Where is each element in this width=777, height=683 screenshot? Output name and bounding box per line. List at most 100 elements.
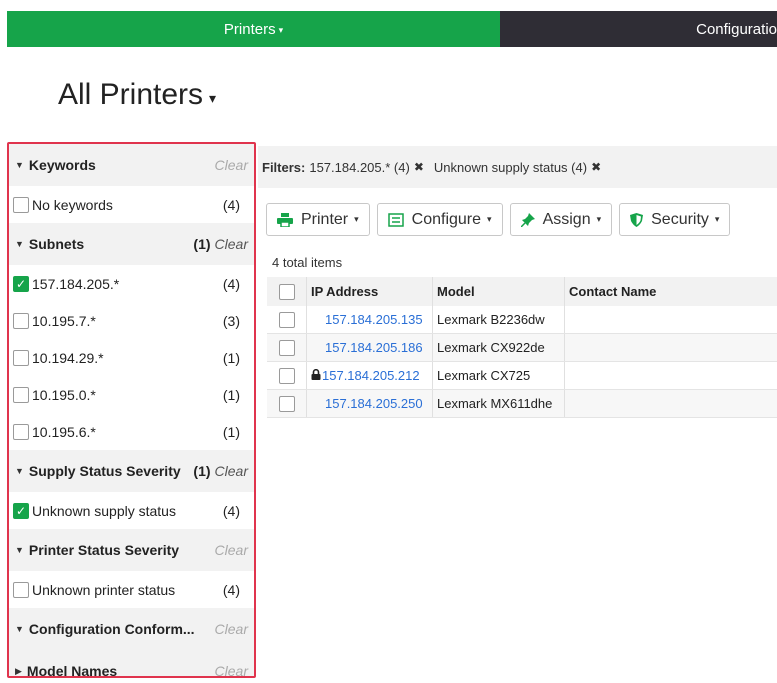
filter-option[interactable]: No keywords (4) <box>9 186 254 223</box>
remove-filter-icon[interactable]: ✖ <box>414 160 424 174</box>
filter-option[interactable]: 10.195.0.* (1) <box>9 376 254 413</box>
filter-option-label: No keywords <box>32 196 113 213</box>
contact-cell <box>565 390 777 417</box>
filter-option[interactable]: ✓ Unknown supply status (4) <box>9 492 254 529</box>
ip-link[interactable]: 157.184.205.212 <box>322 368 420 383</box>
config-conformance-clear-button[interactable]: Clear <box>215 621 248 637</box>
row-select-cell <box>267 306 307 333</box>
checkbox[interactable] <box>13 349 29 366</box>
triangle-down-icon: ▼ <box>15 466 24 476</box>
page-title-dropdown[interactable]: All Printers ▾ <box>58 78 216 112</box>
column-header-model[interactable]: Model <box>433 277 565 306</box>
assign-menu-button[interactable]: Assign ▾ <box>509 203 613 236</box>
action-toolbar: Printer ▾ Configure ▾ Assign ▾ Security ▾ <box>266 203 731 236</box>
filter-option-count: (4) <box>222 581 240 598</box>
caret-down-icon: ▾ <box>278 24 284 35</box>
checkbox-checked[interactable]: ✓ <box>13 502 29 519</box>
keywords-title: Keywords <box>28 157 96 173</box>
filter-option-count: (4) <box>222 196 240 213</box>
nav-printers-menu[interactable]: Printers ▾ <box>7 11 500 47</box>
row-checkbox[interactable] <box>278 339 295 356</box>
table-row[interactable]: 157.184.205.250 Lexmark MX611dhe <box>267 390 777 418</box>
filter-option-label: Unknown printer status <box>32 581 176 598</box>
checkbox[interactable] <box>13 312 29 329</box>
model-cell: Lexmark CX922de <box>433 334 565 361</box>
filter-option[interactable]: 10.195.6.* (1) <box>9 413 254 450</box>
security-menu-label: Security <box>651 210 709 228</box>
keywords-clear-button[interactable]: Clear <box>215 157 248 173</box>
caret-down-icon: ▾ <box>596 214 602 224</box>
remove-filter-icon[interactable]: ✖ <box>591 160 601 174</box>
subnets-count: (1) <box>193 236 211 252</box>
row-checkbox[interactable] <box>278 367 295 384</box>
select-all-cell <box>267 277 307 306</box>
select-all-checkbox[interactable] <box>278 283 295 300</box>
checkbox[interactable] <box>13 423 29 440</box>
row-checkbox[interactable] <box>278 395 295 412</box>
model-cell: Lexmark CX725 <box>433 362 565 389</box>
supply-status-title: Supply Status Severity <box>28 463 181 479</box>
model-names-clear-button[interactable]: Clear <box>215 663 248 676</box>
filter-option[interactable]: Unknown printer status (4) <box>9 571 254 608</box>
caret-down-icon: ▾ <box>354 214 359 224</box>
checkbox[interactable] <box>13 196 29 213</box>
ip-link[interactable]: 157.184.205.135 <box>311 312 423 327</box>
model-cell: Lexmark MX611dhe <box>433 390 565 417</box>
checkbox[interactable] <box>13 386 29 403</box>
keywords-header[interactable]: ▼ Keywords Clear <box>9 144 254 186</box>
filter-option-label: 10.195.7.* <box>32 312 96 329</box>
filter-option[interactable]: ✓ 157.184.205.* (4) <box>9 265 254 302</box>
row-checkbox[interactable] <box>278 311 295 328</box>
top-nav: Printers ▾ Configuratio <box>7 11 777 47</box>
check-icon: ✓ <box>15 503 27 518</box>
table-row[interactable]: 157.184.205.186 Lexmark CX922de <box>267 334 777 362</box>
checkbox[interactable] <box>13 581 29 598</box>
filter-option-count: (1) <box>222 349 240 366</box>
printer-status-header[interactable]: ▼ Printer Status Severity Clear <box>9 529 254 571</box>
filter-option-label: Unknown supply status <box>32 502 176 519</box>
list-icon <box>387 212 404 227</box>
filter-option-count: (4) <box>222 275 240 292</box>
printer-menu-button[interactable]: Printer ▾ <box>266 203 370 236</box>
config-conformance-header[interactable]: ▼ Configuration Conform... Clear <box>9 608 254 650</box>
filter-option-label: 157.184.205.* <box>32 275 120 292</box>
column-header-ip[interactable]: IP Address <box>307 277 433 306</box>
configure-menu-button[interactable]: Configure ▾ <box>376 203 503 236</box>
supply-status-header[interactable]: ▼ Supply Status Severity (1) Clear <box>9 450 254 492</box>
filter-option[interactable]: 10.195.7.* (3) <box>9 302 254 339</box>
ip-cell: 157.184.205.250 <box>307 390 433 417</box>
filter-option-count: (1) <box>222 423 240 440</box>
checkbox-checked[interactable]: ✓ <box>13 275 29 292</box>
column-header-contact[interactable]: Contact Name <box>565 277 777 306</box>
printer-icon <box>277 212 293 227</box>
subnets-clear-button[interactable]: Clear <box>215 236 248 252</box>
subnets-title: Subnets <box>28 236 85 252</box>
filter-option-label: 10.195.0.* <box>32 386 96 403</box>
table-row[interactable]: 157.184.205.135 Lexmark B2236dw <box>267 306 777 334</box>
subnets-header[interactable]: ▼ Subnets (1) Clear <box>9 223 254 265</box>
row-select-cell <box>267 390 307 417</box>
supply-status-count: (1) <box>193 463 211 479</box>
configure-menu-label: Configure <box>411 210 482 228</box>
supply-status-clear-button[interactable]: Clear <box>215 463 248 479</box>
table-row[interactable]: 157.184.205.212 Lexmark CX725 <box>267 362 777 390</box>
nav-configurations-menu[interactable]: Configuratio <box>500 11 777 47</box>
filter-sidebar: ▼ Keywords Clear No keywords (4) ▼ Subne… <box>7 142 256 678</box>
contact-cell <box>565 362 777 389</box>
caret-down-icon: ▾ <box>209 89 217 106</box>
check-icon: ✓ <box>15 276 27 291</box>
row-select-cell <box>267 362 307 389</box>
active-filters-bar: Filters: 157.184.205.* (4) ✖ Unknown sup… <box>258 146 777 188</box>
filter-option-count: (3) <box>222 312 240 329</box>
triangle-down-icon: ▼ <box>15 160 24 170</box>
ip-link[interactable]: 157.184.205.186 <box>311 340 423 355</box>
model-names-header[interactable]: ▶ Model Names Clear <box>9 650 254 676</box>
caret-down-icon: ▾ <box>714 214 720 224</box>
ip-link[interactable]: 157.184.205.250 <box>311 396 423 411</box>
printer-status-clear-button[interactable]: Clear <box>215 542 248 558</box>
filter-option[interactable]: 10.194.29.* (1) <box>9 339 254 376</box>
security-menu-button[interactable]: Security ▾ <box>619 203 731 236</box>
filter-option-label: 10.194.29.* <box>32 349 104 366</box>
page-title: All Printers <box>58 78 204 111</box>
ip-cell: 157.184.205.186 <box>307 334 433 361</box>
